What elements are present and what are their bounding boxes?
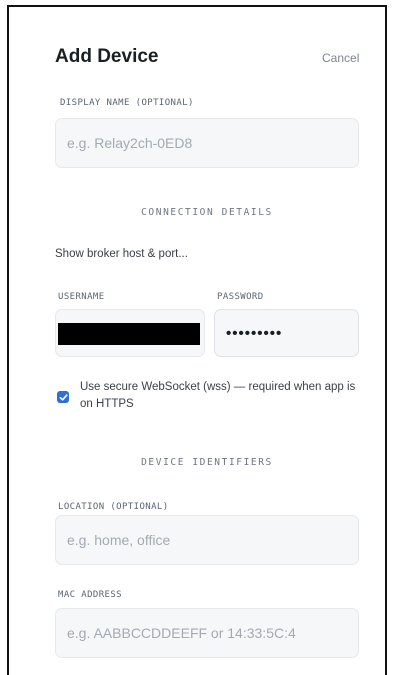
show-broker-link[interactable]: Show broker host & port... [55, 248, 188, 260]
mac-address-label: MAC ADDRESS [58, 590, 123, 600]
dialog-title: Add Device [55, 46, 159, 67]
wss-checkbox[interactable] [57, 391, 69, 403]
username-label: USERNAME [58, 292, 105, 302]
cancel-button[interactable]: Cancel [322, 51, 359, 65]
location-label: LOCATION (OPTIONAL) [58, 502, 169, 512]
mac-address-placeholder: e.g. AABBCCDDEEFF or 14:33:5C:4 [67, 625, 296, 641]
connection-details-heading: CONNECTION DETAILS [141, 207, 273, 218]
device-identifiers-heading: DEVICE IDENTIFIERS [141, 457, 273, 468]
display-name-placeholder: e.g. Relay2ch-0ED8 [67, 135, 193, 151]
location-placeholder: e.g. home, office [67, 532, 171, 548]
display-name-input[interactable]: e.g. Relay2ch-0ED8 [55, 118, 359, 168]
checkmark-icon [59, 393, 68, 401]
password-label: PASSWORD [217, 292, 264, 302]
redacted-username [58, 323, 200, 345]
mac-address-input[interactable]: e.g. AABBCCDDEEFF or 14:33:5C:4 [55, 608, 359, 658]
password-input[interactable]: ••••••••• [214, 309, 359, 357]
display-name-label: DISPLAY NAME (OPTIONAL) [60, 98, 194, 108]
password-value: ••••••••• [226, 324, 283, 342]
location-input[interactable]: e.g. home, office [55, 515, 359, 565]
wss-checkbox-label: Use secure WebSocket (wss) — required wh… [80, 381, 356, 410]
